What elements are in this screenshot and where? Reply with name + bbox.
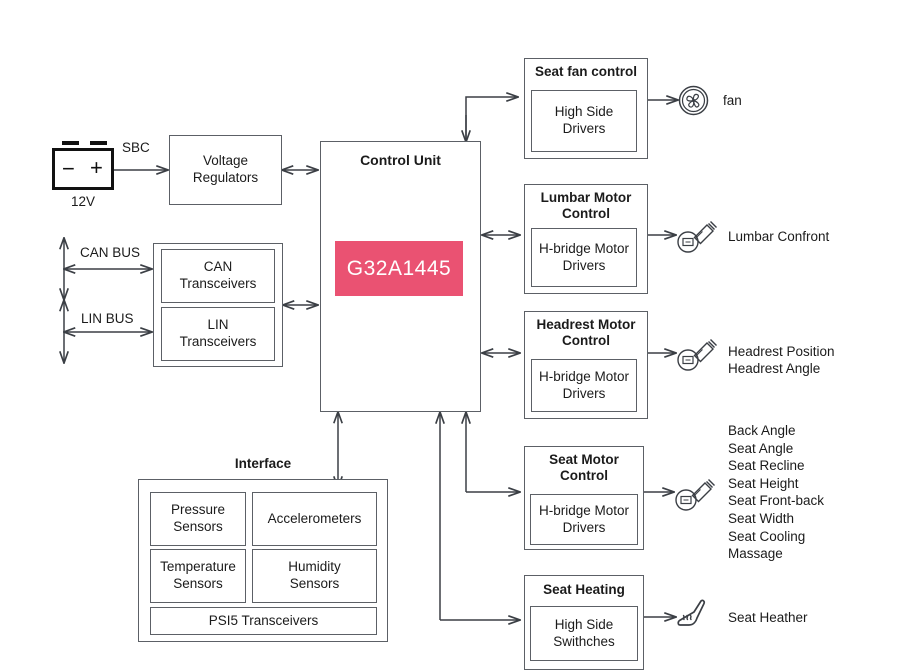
lin-transceivers-block[interactable]: LIN Transceivers (161, 307, 275, 361)
interface-block-pressure-sensors[interactable]: Pressure Sensors (150, 492, 246, 546)
interface-block-psi5-transceivers[interactable]: PSI5 Transceivers (150, 607, 377, 635)
output-driver-label-lumbar-motor-control: H-bridge Motor Drivers (538, 240, 630, 273)
voltage-regulators-label: Voltage Regulators (192, 153, 259, 185)
output-driver-label-seat-heating: High Side Swithches (553, 616, 615, 649)
output-title-seat-fan-control: Seat fan control (534, 64, 637, 79)
interface-label-psi5-transceivers: PSI5 Transceivers (208, 612, 319, 628)
load-seat-cooling: Seat Cooling (728, 528, 806, 544)
battery-terminal-positive (90, 141, 107, 145)
dc-motor-icon (674, 470, 718, 514)
output-title-seat-motor-control: Seat Motor Control (549, 452, 619, 484)
interface-block-temperature-sensors[interactable]: Temperature Sensors (150, 549, 246, 603)
load-seat-recline: Seat Recline (728, 458, 805, 474)
lin-bus-label: LIN BUS (81, 311, 134, 326)
interface-title: Interface (234, 456, 292, 471)
output-loads-seat-fan-control: fan (723, 92, 742, 109)
output-driver-lumbar-motor-control[interactable]: H-bridge Motor Drivers (531, 228, 637, 287)
output-loads-headrest-motor-control: Headrest Position Headrest Angle (728, 343, 835, 377)
load-seat-width: Seat Width (728, 510, 795, 526)
load-seat-angle: Seat Angle (728, 440, 794, 456)
load-headrest-angle: Headrest Angle (728, 361, 821, 376)
fan-icon (678, 85, 709, 116)
dc-motor-icon (676, 212, 720, 256)
interface-label-humidity-sensors: Humidity Sensors (288, 559, 341, 591)
output-driver-label-seat-motor-control: H-bridge Motor Drivers (538, 502, 630, 535)
can-transceivers-block[interactable]: CAN Transceivers (161, 249, 275, 303)
sbc-link-label: SBC (122, 140, 150, 155)
battery-terminal-negative (62, 141, 79, 145)
load-seat-heather: Seat Heather (728, 610, 808, 625)
can-transceivers-label: CAN Transceivers (179, 259, 257, 291)
output-loads-seat-heating: Seat Heather (728, 609, 808, 626)
battery-minus-sign: − (62, 156, 75, 181)
dc-motor-icon (676, 330, 720, 374)
load-lumbar-confront: Lumbar Confront (728, 229, 830, 244)
output-loads-lumbar-motor-control: Lumbar Confront (728, 228, 829, 245)
lin-transceivers-label: LIN Transceivers (179, 317, 257, 349)
load-massage: Massage (728, 546, 783, 562)
interface-block-humidity-sensors[interactable]: Humidity Sensors (252, 549, 377, 603)
interface-label-pressure-sensors: Pressure Sensors (170, 502, 226, 534)
load-seat-height: Seat Height (728, 475, 799, 491)
load-fan: fan (723, 93, 742, 108)
mcu-chip[interactable]: G32A1445 (335, 241, 463, 296)
output-driver-seat-fan-control[interactable]: High Side Drivers (531, 90, 637, 152)
output-driver-seat-motor-control[interactable]: H-bridge Motor Drivers (530, 494, 638, 545)
load-seat-front-back: Seat Front-back (728, 493, 825, 509)
output-driver-seat-heating[interactable]: High Side Swithches (530, 606, 638, 661)
seat-heater-icon (676, 598, 710, 634)
can-bus-label: CAN BUS (80, 245, 141, 260)
output-title-headrest-motor-control: Headrest Motor Control (536, 317, 636, 349)
output-driver-label-headrest-motor-control: H-bridge Motor Drivers (538, 368, 630, 401)
battery-plus-sign: + (90, 155, 103, 180)
output-driver-headrest-motor-control[interactable]: H-bridge Motor Drivers (531, 359, 637, 412)
interface-label-temperature-sensors: Temperature Sensors (160, 559, 236, 591)
load-back-angle: Back Angle (728, 423, 796, 438)
battery-voltage-label: 12V (70, 194, 96, 209)
interface-label-accelerometers: Accelerometers (267, 510, 362, 526)
interface-block-accelerometers[interactable]: Accelerometers (252, 492, 377, 546)
load-headrest-position: Headrest Position (728, 344, 835, 359)
output-driver-label-seat-fan-control: High Side Drivers (554, 104, 614, 136)
block-diagram-canvas: − + 12V SBC Voltage Regulators CAN Trans… (0, 0, 906, 670)
output-loads-seat-motor-control: Back Angle Seat Angle Seat Recline Seat … (728, 422, 824, 563)
output-title-lumbar-motor-control: Lumbar Motor Control (540, 190, 632, 222)
output-title-seat-heating: Seat Heating (543, 582, 625, 597)
control-unit-title: Control Unit (360, 152, 441, 168)
